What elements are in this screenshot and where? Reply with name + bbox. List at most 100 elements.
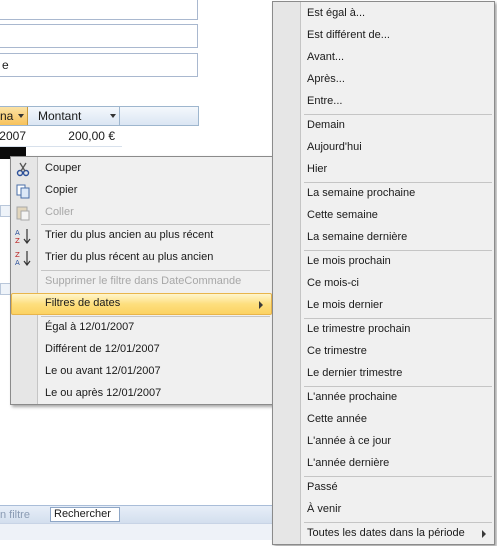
menu-item-couper[interactable]: Couper xyxy=(11,158,272,180)
menu-item-label: Ce trimestre xyxy=(307,345,367,357)
menu-item-label: La semaine prochaine xyxy=(307,187,416,199)
menu-item-label: Copier xyxy=(45,184,78,196)
menu-item-label: Le mois dernier xyxy=(307,299,383,311)
menu-item-label: Hier xyxy=(307,163,328,175)
menu-item-label: Entre... xyxy=(307,95,343,107)
menu-item-label: Couper xyxy=(45,162,82,174)
svg-text:A: A xyxy=(15,259,20,267)
menu-item-label: Est égal à... xyxy=(307,7,366,19)
submenu-item-demain[interactable]: Demain xyxy=(273,115,494,137)
submenu-item-aujourdhui[interactable]: Aujourd'hui xyxy=(273,137,494,159)
menu-item-label: Coller xyxy=(45,206,74,218)
menu-item-coller[interactable]: Coller xyxy=(11,202,272,224)
copy-icon xyxy=(16,184,30,199)
submenu-item-dernier-trimestre[interactable]: Le dernier trimestre xyxy=(273,363,494,385)
context-menu: Couper Copier Coller A Z Trier du plus a… xyxy=(10,156,273,405)
menu-item-label: Après... xyxy=(307,73,345,85)
filter-status[interactable]: n filtre xyxy=(0,509,30,521)
column-header-datecommande[interactable]: na xyxy=(0,107,28,125)
menu-item-label: Cette semaine xyxy=(307,209,378,221)
submenu-item-passe[interactable]: Passé xyxy=(273,477,494,499)
sort-descending-icon: Z A xyxy=(15,251,31,267)
menu-item-le-ou-avant[interactable]: Le ou avant 12/01/2007 xyxy=(11,361,272,383)
menu-item-label: Égal à 12/01/2007 xyxy=(45,321,135,333)
dropdown-arrow-icon[interactable] xyxy=(110,114,116,118)
cell-montant[interactable]: 200,00 € xyxy=(28,129,115,143)
submenu-item-apres[interactable]: Après... xyxy=(273,69,494,91)
menu-item-label: Ce mois-ci xyxy=(307,277,359,289)
menu-item-label: À venir xyxy=(307,503,342,515)
menu-item-copier[interactable]: Copier xyxy=(11,180,272,202)
submenu-item-entre[interactable]: Entre... xyxy=(273,91,494,113)
menu-item-sort-descending[interactable]: Z A Trier du plus récent au plus ancien xyxy=(11,247,272,269)
submenu-item-est-different[interactable]: Est différent de... xyxy=(273,25,494,47)
menu-item-label: Supprimer le filtre dans DateCommande xyxy=(45,275,242,287)
menu-item-sort-ascending[interactable]: A Z Trier du plus ancien au plus récent xyxy=(11,225,272,247)
paste-icon xyxy=(16,206,30,221)
menu-item-label: L'année prochaine xyxy=(307,391,398,403)
menu-item-label: Trier du plus ancien au plus récent xyxy=(45,229,214,241)
menu-item-label: Le ou avant 12/01/2007 xyxy=(45,365,161,377)
menu-item-label: Trier du plus récent au plus ancien xyxy=(45,251,214,263)
submenu-item-cette-semaine[interactable]: Cette semaine xyxy=(273,205,494,227)
column-header-montant[interactable]: Montant xyxy=(28,107,120,125)
scissors-icon xyxy=(16,162,30,177)
navigation-bar: n filtre Rechercher xyxy=(0,505,272,523)
column-header-date-label: na xyxy=(0,109,14,123)
menu-item-label: Filtres de dates xyxy=(45,297,121,309)
submenu-item-annee-a-ce-jour[interactable]: L'année à ce jour xyxy=(273,431,494,453)
submenu-item-annee-prochaine[interactable]: L'année prochaine xyxy=(273,387,494,409)
submenu-item-cette-annee[interactable]: Cette année xyxy=(273,409,494,431)
text-field-2[interactable] xyxy=(0,24,198,48)
sort-ascending-icon: A Z xyxy=(15,229,31,245)
menu-item-label: Le ou après 12/01/2007 xyxy=(45,387,162,399)
menu-item-different[interactable]: Différent de 12/01/2007 xyxy=(11,339,272,361)
submenu-item-annee-derniere[interactable]: L'année dernière xyxy=(273,453,494,475)
menu-item-remove-filter[interactable]: Supprimer le filtre dans DateCommande xyxy=(11,271,272,293)
menu-item-label: Le dernier trimestre xyxy=(307,367,403,379)
submenu-item-semaine-prochaine[interactable]: La semaine prochaine xyxy=(273,183,494,205)
text-field-3-value: e xyxy=(2,58,9,72)
menu-item-label: Toutes les dates dans la période xyxy=(307,527,465,539)
datasheet-header: na Montant xyxy=(0,106,199,126)
submenu-item-ce-mois-ci[interactable]: Ce mois-ci xyxy=(273,273,494,295)
menu-item-le-ou-apres[interactable]: Le ou après 12/01/2007 xyxy=(11,383,272,405)
submenu-item-mois-prochain[interactable]: Le mois prochain xyxy=(273,251,494,273)
submenu-item-semaine-derniere[interactable]: La semaine dernière xyxy=(273,227,494,249)
menu-item-label: Avant... xyxy=(307,51,345,63)
text-field-1[interactable] xyxy=(0,0,198,20)
submenu-item-toutes-les-dates[interactable]: Toutes les dates dans la période xyxy=(273,523,494,545)
menu-item-label: Passé xyxy=(307,481,338,493)
menu-item-label: L'année dernière xyxy=(307,457,390,469)
text-field-3[interactable]: e xyxy=(0,53,198,77)
submenu-item-avant[interactable]: Avant... xyxy=(273,47,494,69)
menu-item-egal[interactable]: Égal à 12/01/2007 xyxy=(11,317,272,339)
submenu-item-est-egal[interactable]: Est égal à... xyxy=(273,3,494,25)
search-input[interactable]: Rechercher xyxy=(50,507,120,522)
table-row[interactable]: 2007 200,00 € xyxy=(0,126,122,147)
menu-item-label: Est différent de... xyxy=(307,29,390,41)
submenu-arrow-icon xyxy=(482,530,486,538)
menu-item-label: Demain xyxy=(307,119,345,131)
date-filters-submenu: Est égal à... Est différent de... Avant.… xyxy=(272,1,495,545)
submenu-item-a-venir[interactable]: À venir xyxy=(273,499,494,521)
submenu-item-ce-trimestre[interactable]: Ce trimestre xyxy=(273,341,494,363)
submenu-item-trimestre-prochain[interactable]: Le trimestre prochain xyxy=(273,319,494,341)
cell-date[interactable]: 2007 xyxy=(0,129,26,143)
menu-item-label: Cette année xyxy=(307,413,367,425)
svg-text:A: A xyxy=(15,229,20,237)
menu-item-date-filters[interactable]: Filtres de dates xyxy=(11,293,272,315)
svg-text:Z: Z xyxy=(15,237,20,245)
menu-item-label: La semaine dernière xyxy=(307,231,408,243)
menu-item-label: L'année à ce jour xyxy=(307,435,392,447)
menu-item-label: Le trimestre prochain xyxy=(307,323,411,335)
submenu-item-mois-dernier[interactable]: Le mois dernier xyxy=(273,295,494,317)
svg-text:Z: Z xyxy=(15,251,20,259)
menu-item-label: Aujourd'hui xyxy=(307,141,362,153)
submenu-arrow-icon xyxy=(259,301,263,309)
dropdown-arrow-icon[interactable] xyxy=(18,114,24,118)
horizontal-scrollbar[interactable] xyxy=(0,523,272,540)
submenu-item-hier[interactable]: Hier xyxy=(273,159,494,181)
column-header-montant-label: Montant xyxy=(38,109,82,123)
menu-item-label: Le mois prochain xyxy=(307,255,391,267)
